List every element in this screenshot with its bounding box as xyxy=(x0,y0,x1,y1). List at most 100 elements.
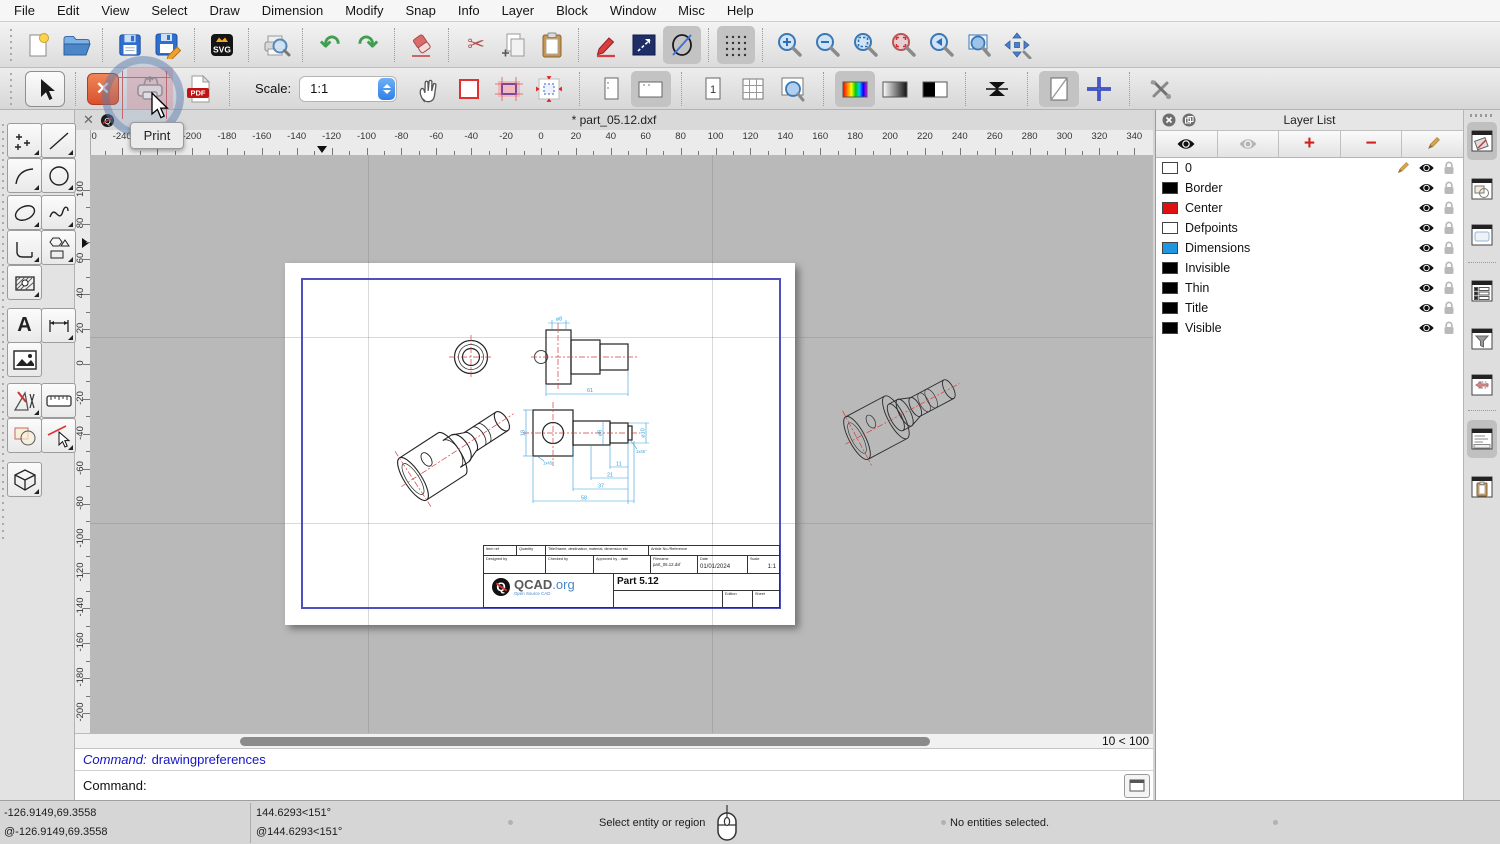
remove-layer-button[interactable]: − xyxy=(1340,131,1403,157)
single-page-button[interactable]: 1 xyxy=(693,71,733,107)
zoom-window-button[interactable] xyxy=(961,26,999,64)
zoom-to-page-button[interactable] xyxy=(773,71,813,107)
menu-help[interactable]: Help xyxy=(727,3,754,18)
auto-zoom-button[interactable] xyxy=(847,26,885,64)
menu-select[interactable]: Select xyxy=(151,3,187,18)
toolbar-drag-handle[interactable] xyxy=(8,28,15,61)
draft-mode-button[interactable] xyxy=(663,25,701,64)
selection-tool-button[interactable] xyxy=(25,70,65,107)
horizontal-scrollbar[interactable]: 10 < 100 xyxy=(75,733,1153,748)
layer-color-swatch[interactable] xyxy=(1162,242,1178,254)
pan-hand-button[interactable] xyxy=(409,71,449,107)
landscape-button[interactable] xyxy=(631,70,672,107)
pan-button[interactable] xyxy=(999,26,1037,64)
arc-tool-button[interactable] xyxy=(7,158,42,193)
pdf-export-button[interactable]: PDF xyxy=(179,71,219,107)
layer-row[interactable]: Defpoints xyxy=(1156,218,1463,238)
zoom-out-button[interactable] xyxy=(809,26,847,64)
visibility-eye-icon[interactable] xyxy=(1418,262,1435,274)
lock-icon[interactable] xyxy=(1443,321,1455,335)
svg-export-button[interactable]: SVG xyxy=(203,26,241,64)
line-tool-button[interactable] xyxy=(41,123,76,158)
lock-icon[interactable] xyxy=(1443,261,1455,275)
layer-row[interactable]: Border xyxy=(1156,178,1463,198)
layer-row[interactable]: Center xyxy=(1156,198,1463,218)
stepper-icon[interactable] xyxy=(378,77,396,100)
lock-icon[interactable] xyxy=(1443,161,1455,175)
layer-color-swatch[interactable] xyxy=(1162,282,1178,294)
dock-selection-filter-button[interactable] xyxy=(1467,320,1497,358)
palette-drag-handle[interactable] xyxy=(1,124,6,544)
dock-command-widget-button[interactable] xyxy=(1467,366,1497,404)
panel-float-button[interactable] xyxy=(1182,113,1196,127)
zoom-selection-button[interactable] xyxy=(885,26,923,64)
visibility-eye-icon[interactable] xyxy=(1418,242,1435,254)
layer-row[interactable]: Thin xyxy=(1156,278,1463,298)
copy-button[interactable] xyxy=(495,26,533,64)
visibility-eye-icon[interactable] xyxy=(1418,222,1435,234)
menu-misc[interactable]: Misc xyxy=(678,3,705,18)
dock-drag-handle[interactable] xyxy=(1470,114,1494,117)
black-white-button[interactable] xyxy=(915,71,955,107)
panel-close-button[interactable] xyxy=(1162,113,1176,127)
layer-color-swatch[interactable] xyxy=(1162,162,1178,174)
point-tool-button[interactable] xyxy=(7,123,42,158)
visibility-eye-icon[interactable] xyxy=(1418,282,1435,294)
add-layer-button[interactable]: + xyxy=(1279,131,1341,157)
layer-row[interactable]: Title xyxy=(1156,298,1463,318)
layer-color-swatch[interactable] xyxy=(1162,202,1178,214)
full-color-button[interactable] xyxy=(835,70,876,107)
circle-tool-button[interactable] xyxy=(41,158,76,193)
grid-toggle-button[interactable] xyxy=(717,25,755,64)
print-preview-button[interactable] xyxy=(257,26,295,64)
menu-info[interactable]: Info xyxy=(458,3,480,18)
modify-tool-button[interactable] xyxy=(7,383,42,418)
menu-dimension[interactable]: Dimension xyxy=(262,3,323,18)
layer-color-swatch[interactable] xyxy=(1162,302,1178,314)
save-as-button[interactable] xyxy=(149,26,187,64)
delete-button[interactable] xyxy=(403,26,441,64)
layer-row[interactable]: 0 xyxy=(1156,158,1463,178)
lock-icon[interactable] xyxy=(1443,201,1455,215)
grayscale-button[interactable] xyxy=(875,71,915,107)
paper-borders-button[interactable] xyxy=(449,71,489,107)
menu-draw[interactable]: Draw xyxy=(209,3,239,18)
settings-button[interactable] xyxy=(1141,71,1181,107)
save-button[interactable] xyxy=(111,26,149,64)
drawing-canvas[interactable]: ⌀8 61 18 ⌀8 ⌀10 11 21 37 58 1x45° 1x45° … xyxy=(90,155,1153,733)
dock-clipboard-button[interactable] xyxy=(1467,468,1497,506)
page-frame-toggle-button[interactable] xyxy=(1039,70,1080,107)
visibility-eye-icon[interactable] xyxy=(1418,162,1435,174)
dimension-tool-button[interactable] xyxy=(41,308,76,343)
lock-icon[interactable] xyxy=(1443,221,1455,235)
close-print-preview-button[interactable]: ✕ xyxy=(87,72,119,105)
cut-button[interactable]: ✂ xyxy=(457,26,495,64)
redo-button[interactable]: ↷ xyxy=(349,26,387,64)
crosshair-button[interactable] xyxy=(1079,71,1119,107)
visibility-eye-icon[interactable] xyxy=(1418,322,1435,334)
polyline-tool-button[interactable] xyxy=(7,230,42,265)
visibility-eye-icon[interactable] xyxy=(1418,202,1435,214)
previous-view-button[interactable] xyxy=(923,26,961,64)
hatch-tool-button[interactable] xyxy=(7,265,42,300)
undo-button[interactable]: ↶ xyxy=(311,26,349,64)
hide-all-layers-button[interactable] xyxy=(1217,131,1280,157)
text-tool-button[interactable]: A xyxy=(7,308,42,343)
dock-command-line-button[interactable] xyxy=(1467,420,1497,458)
print-margins-button[interactable] xyxy=(489,71,529,107)
layer-color-swatch[interactable] xyxy=(1162,322,1178,334)
lock-icon[interactable] xyxy=(1443,181,1455,195)
zoom-in-button[interactable] xyxy=(771,26,809,64)
menu-modify[interactable]: Modify xyxy=(345,3,383,18)
menu-view[interactable]: View xyxy=(101,3,129,18)
selection-rectangle-button[interactable] xyxy=(625,26,663,64)
layer-color-swatch[interactable] xyxy=(1162,222,1178,234)
menu-block[interactable]: Block xyxy=(556,3,588,18)
dock-property-editor-button[interactable] xyxy=(1467,272,1497,310)
solid-box-tool-button[interactable] xyxy=(7,462,42,497)
layer-row[interactable]: Dimensions xyxy=(1156,238,1463,258)
menu-snap[interactable]: Snap xyxy=(406,3,436,18)
scrollbar-thumb[interactable] xyxy=(240,737,930,746)
dock-library-browser-button[interactable] xyxy=(1467,216,1497,254)
layer-color-swatch[interactable] xyxy=(1162,182,1178,194)
